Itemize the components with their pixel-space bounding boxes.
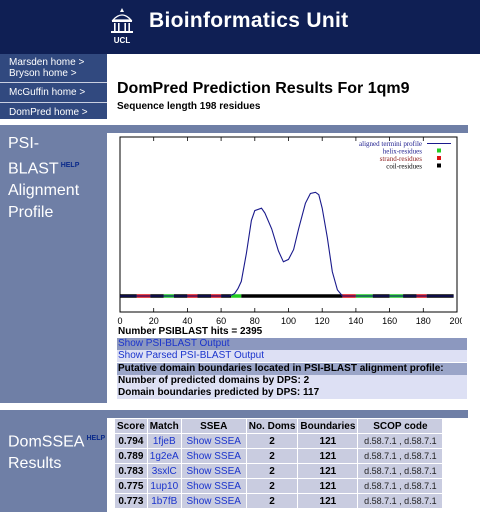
dps-boundaries: Domain boundaries predicted by DPS: 117 [117,387,467,399]
show-ssea-link[interactable]: Show SSEA [181,449,246,463]
page-title: DomPred Prediction Results For 1qm9 [117,80,410,97]
aligned-termini-profile-line [120,191,454,297]
show-ssea-link[interactable]: Show SSEA [181,434,246,448]
dps-domain-count: Number of predicted domains by DPS: 2 [117,375,467,387]
show-ssea-link[interactable]: Show SSEA [181,464,246,478]
sequence-length: Sequence length 198 residues [117,101,261,112]
legend-label: coil-residues [386,163,422,171]
match-link[interactable]: 1fjeB [147,434,181,448]
scop-code-cell: d.58.7.1 , d.58.7.1 [358,434,443,448]
num-doms-cell: 2 [246,479,298,493]
psiblast-sidebar: PSI-BLAST HELP Alignment Profile [0,125,107,403]
legend-point-swatch [437,148,441,153]
num-doms-cell: 2 [246,434,298,448]
psiblast-label-line3: Profile [8,204,54,222]
x-tick-label: 60 [216,316,226,326]
scop-code-cell: d.58.7.1 , d.58.7.1 [358,464,443,478]
domssea-label-line2: Results [8,455,62,473]
alignment-profile-chart: 020406080100120140160180200aligned termi… [117,134,462,327]
putative-boundaries-text: Putative domain boundaries located in PS… [117,363,467,375]
col-ssea-header: SSEA [181,419,246,433]
psiblast-label-line2: Alignment [8,182,80,200]
score-cell: 0.789 [115,449,147,463]
psiblast-help-link[interactable]: HELP [61,162,80,169]
domssea-sidebar: DomSSEA HELP Results [0,410,107,512]
table-row: 0.775 1up10 Show SSEA 2 121 d.58.7.1 , d… [115,479,443,493]
score-cell: 0.794 [115,434,147,448]
boundaries-cell: 121 [298,494,358,508]
psiblast-label-line1: PSI-BLAST [8,135,59,178]
nav-link-dompred[interactable]: DomPred home > [0,102,107,118]
x-tick-label: 120 [315,316,330,326]
table-header-row: Score Match SSEA No. Doms Boundaries SCO… [115,419,443,433]
x-tick-label: 160 [382,316,397,326]
match-link[interactable]: 1up10 [147,479,181,493]
score-cell: 0.773 [115,494,147,508]
legend-point-swatch [437,163,441,168]
domssea-label-line1: DomSSEA [8,433,85,451]
col-boundaries-header: Boundaries [298,419,358,433]
x-tick-label: 40 [182,316,192,326]
domssea-help-link[interactable]: HELP [86,435,105,442]
domssea-results-table: Score Match SSEA No. Doms Boundaries SCO… [114,418,443,509]
logo-text: UCL [114,36,131,45]
show-ssea-link[interactable]: Show SSEA [181,494,246,508]
col-doms-header: No. Doms [246,419,298,433]
num-doms-cell: 2 [246,464,298,478]
num-doms-cell: 2 [246,449,298,463]
num-doms-cell: 2 [246,494,298,508]
table-row: 0.773 1b7fB Show SSEA 2 121 d.58.7.1 , d… [115,494,443,508]
x-tick-label: 200 [449,316,462,326]
match-link[interactable]: 3sxlC [147,464,181,478]
col-match-header: Match [147,419,181,433]
x-tick-label: 140 [348,316,363,326]
x-tick-label: 0 [117,316,122,326]
boundaries-cell: 121 [298,449,358,463]
show-psiblast-output-link[interactable]: Show PSI-BLAST Output [117,338,467,350]
x-tick-label: 20 [149,316,159,326]
table-row: 0.789 1g2eA Show SSEA 2 121 d.58.7.1 , d… [115,449,443,463]
nav-menu: Marsden home > Bryson home > McGuffin ho… [0,54,107,119]
x-tick-label: 80 [250,316,260,326]
x-tick-label: 180 [416,316,431,326]
scop-code-cell: d.58.7.1 , d.58.7.1 [358,479,443,493]
psiblast-hits: Number PSIBLAST hits = 2395 [117,326,467,338]
table-row: 0.783 3sxlC Show SSEA 2 121 d.58.7.1 , d… [115,464,443,478]
nav-link-mcguffin[interactable]: McGuffin home > [0,82,107,102]
legend-point-swatch [437,156,441,160]
match-link[interactable]: 1g2eA [147,449,181,463]
score-cell: 0.775 [115,479,147,493]
col-scop-header: SCOP code [358,419,443,433]
psiblast-label: PSI-BLAST HELP Alignment Profile [8,133,107,224]
site-banner: UCL Bioinformatics Unit [0,0,480,54]
match-link[interactable]: 1b7fB [147,494,181,508]
scop-code-cell: d.58.7.1 , d.58.7.1 [358,449,443,463]
show-ssea-link[interactable]: Show SSEA [181,479,246,493]
show-parsed-psiblast-link[interactable]: Show Parsed PSI-BLAST Output [117,350,467,362]
ucl-logo-icon[interactable]: UCL [107,6,137,46]
nav-link-bryson[interactable]: Bryson home > [0,68,107,79]
score-cell: 0.783 [115,464,147,478]
site-title: Bioinformatics Unit [149,9,349,32]
boundaries-cell: 121 [298,464,358,478]
boundaries-cell: 121 [298,479,358,493]
domssea-label: DomSSEA HELP Results [8,428,105,475]
col-score-header: Score [115,419,147,433]
x-tick-label: 100 [281,316,296,326]
boundaries-cell: 121 [298,434,358,448]
table-row: 0.794 1fjeB Show SSEA 2 121 d.58.7.1 , d… [115,434,443,448]
scop-code-cell: d.58.7.1 , d.58.7.1 [358,494,443,508]
nav-link-marsden[interactable]: Marsden home > [0,57,107,68]
